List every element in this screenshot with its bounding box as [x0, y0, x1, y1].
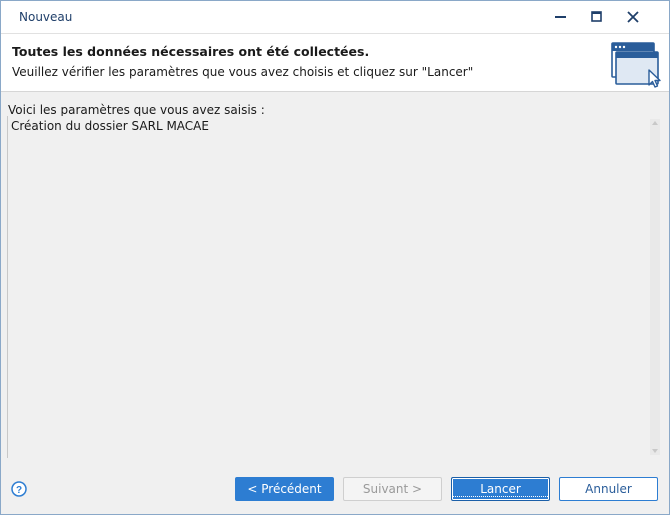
title-bar: Nouveau: [1, 1, 669, 34]
svg-text:?: ?: [16, 485, 22, 496]
launch-button-label: Lancer: [453, 482, 548, 497]
window-cursor-icon: [611, 42, 661, 88]
wizard-header: Toutes les données nécessaires ont été c…: [1, 34, 669, 92]
minimize-icon: [555, 16, 566, 18]
scroll-up-arrow-icon[interactable]: [652, 121, 658, 125]
next-button[interactable]: Suivant >: [343, 477, 442, 501]
help-icon[interactable]: ?: [11, 481, 27, 497]
window-title: Nouveau: [19, 10, 73, 24]
maximize-icon: [591, 11, 602, 22]
previous-button[interactable]: < Précédent: [235, 477, 334, 501]
header-title: Toutes les données nécessaires ont été c…: [12, 44, 370, 59]
parameters-prompt: Voici les paramètres que vous avez saisi…: [8, 103, 265, 117]
parameters-summary-text: Création du dossier SARL MACAE: [11, 119, 209, 133]
vertical-scrollbar[interactable]: [650, 119, 660, 455]
launch-button[interactable]: Lancer: [451, 477, 550, 501]
wizard-window: Nouveau Toutes les données nécessaires o…: [0, 0, 670, 515]
close-button[interactable]: [613, 1, 653, 33]
close-icon: [627, 11, 639, 23]
minimize-button[interactable]: [541, 1, 581, 33]
cancel-button[interactable]: Annuler: [559, 477, 658, 501]
scroll-down-arrow-icon[interactable]: [652, 449, 658, 453]
maximize-button[interactable]: [577, 1, 617, 33]
header-subtitle: Veuillez vérifier les paramètres que vou…: [12, 65, 474, 79]
parameters-summary-area[interactable]: Création du dossier SARL MACAE: [7, 116, 662, 458]
